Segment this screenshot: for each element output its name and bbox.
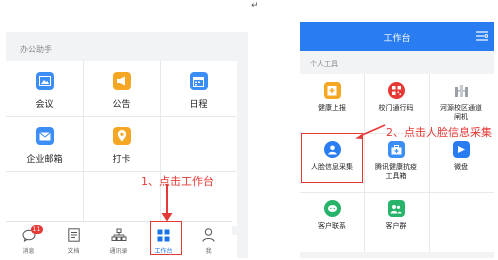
gate-icon: [452, 82, 470, 99]
section-title-personal-tools: 个人工具: [310, 60, 338, 68]
app-weipan[interactable]: 微盘: [429, 133, 493, 192]
app-tencent-toolbox[interactable]: 腾讯健康抗疫 工具箱: [364, 133, 428, 192]
app-announcement[interactable]: 公告: [83, 61, 160, 116]
tab-label: 消息: [22, 248, 35, 255]
tab-label: 文档: [67, 248, 80, 255]
app-schedule[interactable]: 日程: [160, 61, 237, 116]
app-label: 打卡: [112, 155, 131, 165]
app-label: 健康上报: [318, 104, 346, 112]
message-icon: 11: [21, 225, 43, 243]
app-label: 校门通行码: [378, 104, 414, 112]
tab-label: 我: [205, 248, 212, 255]
header-title: 工作台: [383, 34, 411, 44]
cloud-drive-icon: [452, 141, 470, 158]
person-icon: [201, 227, 217, 243]
workbench-header: 工作台: [300, 22, 494, 51]
app-label: 日程: [189, 100, 208, 110]
location-pin-icon: [112, 127, 131, 145]
menu-settings-icon[interactable]: [476, 31, 488, 41]
app-label: 企业邮箱: [26, 155, 63, 165]
tab-documents[interactable]: 文档: [51, 222, 96, 259]
highlight-box-face-collect: [301, 133, 363, 183]
app-meeting[interactable]: 会议: [6, 61, 83, 116]
toolbox-icon: [387, 141, 405, 158]
step1-annotation: 1、点击工作台: [141, 175, 214, 188]
app-label: 微盘: [454, 163, 468, 171]
app-label: 客户联系: [318, 222, 346, 230]
app-checkin[interactable]: 打卡: [83, 116, 160, 171]
office-apps-grid: 会议 公告 日程 企业邮箱 打卡: [6, 61, 237, 226]
app-label: 公告: [112, 100, 131, 110]
arrow-down-icon: [161, 184, 173, 222]
calendar-icon: [189, 72, 208, 90]
app-email[interactable]: 企业邮箱: [6, 116, 83, 171]
tab-me[interactable]: 我: [186, 222, 231, 259]
app-label: 客户群: [385, 222, 407, 230]
app-customer-group[interactable]: 客户群: [364, 192, 428, 251]
contacts-icon: [111, 227, 127, 243]
tab-contacts[interactable]: 通讯录: [96, 222, 141, 259]
tab-label: 通讯录: [109, 248, 128, 255]
document-icon: [66, 227, 82, 243]
app-label: 会议: [35, 100, 54, 110]
tab-messages[interactable]: 11 消息: [6, 222, 51, 259]
customer-group-icon: [387, 200, 405, 217]
megaphone-icon: [112, 72, 131, 90]
step2-annotation: 2、点击人脸信息采集: [386, 126, 492, 139]
paragraph-return-mark: ↵: [251, 1, 259, 11]
highlight-box-workbench: [150, 221, 182, 255]
app-label: 腾讯健康抗疫 工具箱: [375, 163, 417, 180]
section-title-office: 办公助手: [20, 45, 52, 54]
qr-pass-icon: [387, 82, 405, 99]
mail-icon: [35, 127, 54, 145]
health-report-icon: [323, 82, 341, 99]
customer-contact-icon: [323, 200, 341, 217]
app-label: 河源校区通道 闸机: [440, 104, 482, 121]
app-customer-contact[interactable]: 客户联系: [300, 192, 364, 251]
arrow-down-left-icon: [355, 124, 386, 139]
image-icon: [35, 72, 54, 90]
unread-badge: 11: [30, 225, 43, 234]
bottom-tab-bar: 11 消息 文档 通讯录 工作台 我: [6, 221, 232, 258]
